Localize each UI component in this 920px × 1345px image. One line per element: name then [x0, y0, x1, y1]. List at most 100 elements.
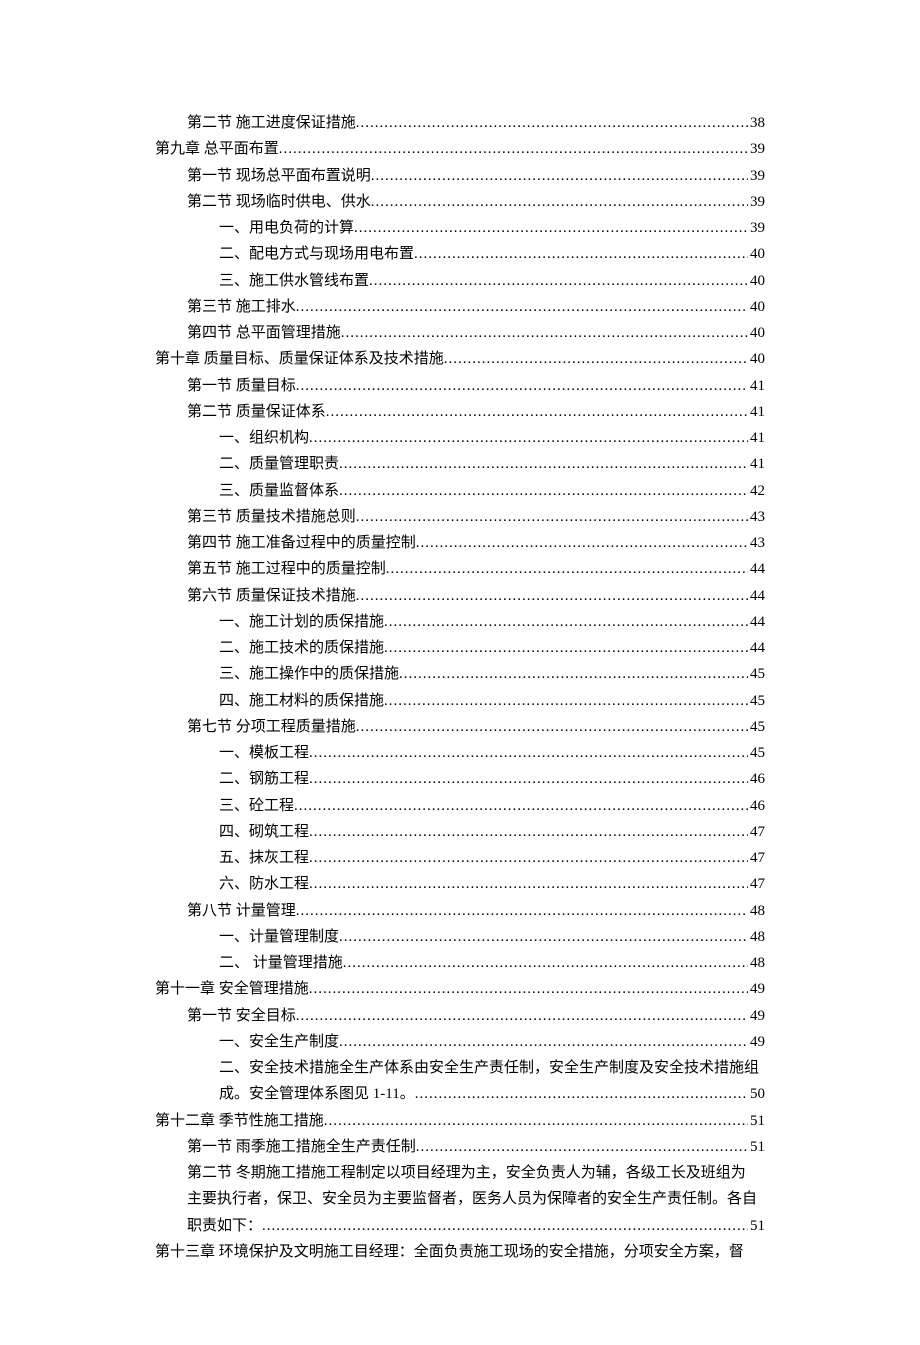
- toc-entry-27-page: 47: [748, 819, 765, 845]
- toc-dots: [339, 924, 748, 950]
- toc-entry-1-label: 第九章 总平面布置: [155, 136, 279, 162]
- toc-entry-8-label: 第四节 总平面管理措施: [187, 320, 341, 346]
- toc-entry-38-page: 51: [748, 1134, 765, 1160]
- toc-entry-38-label: 第一节 雨季施工措施全生产责任制: [187, 1134, 416, 1160]
- toc-dots: [309, 871, 748, 897]
- toc-entry-10-page: 41: [748, 373, 765, 399]
- toc-entry-7-label: 第三节 施工排水: [187, 294, 296, 320]
- toc-entry-6-page: 40: [748, 268, 765, 294]
- toc-dots: [309, 425, 748, 451]
- toc-entry-30-label: 第八节 计量管理: [187, 898, 296, 924]
- toc-entry-17-page: 44: [748, 556, 765, 582]
- toc-entry-6: 三、施工供水管线布置40: [155, 268, 765, 294]
- toc-dots: [356, 583, 748, 609]
- toc-entry-18-label: 第六节 质量保证技术措施: [187, 583, 356, 609]
- toc-entry-14-page: 42: [748, 478, 765, 504]
- toc-entry-28-page: 47: [748, 845, 765, 871]
- toc-entry-31-label: 一、计量管理制度: [219, 924, 339, 950]
- toc-entry-19-label: 一、施工计划的质保措施: [219, 609, 384, 635]
- toc-entry-32-page: 48: [748, 950, 765, 976]
- toc-page: 第二节 施工进度保证措施38第九章 总平面布置39第一节 现场总平面布置说明39…: [0, 0, 920, 1345]
- toc-entry-20-label: 二、施工技术的质保措施: [219, 635, 384, 661]
- toc-entry-34-label: 第一节 安全目标: [187, 1003, 296, 1029]
- toc-entry-28: 五、抹灰工程 47: [155, 845, 765, 871]
- toc-entry-32: 二、 计量管理措施 48: [155, 950, 765, 976]
- toc-entry-29-label: 六、防水工程: [219, 871, 309, 897]
- toc-dots: [399, 661, 748, 687]
- toc-dots: [279, 136, 748, 162]
- toc-dots: [309, 819, 748, 845]
- toc-entry-36-line-0: 二、安全技术措施全生产体系由安全生产责任制，安全生产制度及安全技术措施组: [155, 1055, 765, 1081]
- toc-entry-28-label: 五、抹灰工程: [219, 845, 309, 871]
- toc-entry-35-page: 49: [748, 1029, 765, 1055]
- toc-entry-30: 第八节 计量管理48: [155, 898, 765, 924]
- toc-entry-3: 第二节 现场临时供电、供水 39: [155, 189, 765, 215]
- toc-entry-22: 四、施工材料的质保措施 45: [155, 688, 765, 714]
- toc-entry-5-label: 二、配电方式与现场用电布置: [219, 241, 414, 267]
- toc-entry-29-page: 47: [748, 871, 765, 897]
- toc-dots: [309, 845, 748, 871]
- toc-entry-27: 四、砌筑工程 47: [155, 819, 765, 845]
- toc-entry-0-page: 38: [748, 110, 765, 136]
- toc-entry-35: 一、安全生产制度 49: [155, 1029, 765, 1055]
- toc-dots: [384, 635, 748, 661]
- toc-entry-39-tail-label: 职责如下：: [187, 1213, 262, 1239]
- toc-entry-26: 三、砼工程46: [155, 793, 765, 819]
- toc-dots: [444, 346, 748, 372]
- toc-entry-33-label: 第十一章 安全管理措施: [155, 976, 309, 1002]
- toc-entry-0-label: 第二节 施工进度保证措施: [187, 110, 356, 136]
- toc-entry-31-page: 48: [748, 924, 765, 950]
- toc-entry-9-page: 40: [748, 346, 765, 372]
- toc-entry-25: 二、钢筋工程46: [155, 766, 765, 792]
- toc-entry-37: 第十二章 季节性施工措施51: [155, 1108, 765, 1134]
- toc-entry-0: 第二节 施工进度保证措施 38: [155, 110, 765, 136]
- toc-entry-22-label: 四、施工材料的质保措施: [219, 688, 384, 714]
- toc-entry-21-label: 三、施工操作中的质保措施: [219, 661, 399, 687]
- toc-entry-35-label: 一、安全生产制度: [219, 1029, 339, 1055]
- toc-entry-17: 第五节 施工过程中的质量控制 44: [155, 556, 765, 582]
- toc-entry-9: 第十章 质量目标、质量保证体系及技术措施40: [155, 346, 765, 372]
- toc-entry-39-line-1: 主要执行者，保卫、安全员为主要监督者，医务人员为保障者的安全生产责任制。各自: [155, 1186, 765, 1212]
- toc-dots: [296, 294, 748, 320]
- toc-entry-18: 第六节 质量保证技术措施44: [155, 583, 765, 609]
- toc-dots: [416, 530, 748, 556]
- toc-entry-20-page: 44: [748, 635, 765, 661]
- toc-entry-3-page: 39: [748, 189, 765, 215]
- toc-entry-17-label: 第五节 施工过程中的质量控制: [187, 556, 386, 582]
- toc-entry-4-label: 一、用电负荷的计算: [219, 215, 354, 241]
- toc-dots: [339, 478, 748, 504]
- toc-entry-14-label: 三、质量监督体系: [219, 478, 339, 504]
- toc-entry-31: 一、计量管理制度 48: [155, 924, 765, 950]
- toc-entry-7: 第三节 施工排水40: [155, 294, 765, 320]
- toc-entry-16-page: 43: [748, 530, 765, 556]
- toc-entry-39-line-0: 第二节 冬期施工措施工程制定以项目经理为主，安全负责人为辅，各级工长及班组为: [155, 1160, 765, 1186]
- toc-dots: [296, 1003, 748, 1029]
- toc-entry-4-page: 39: [748, 215, 765, 241]
- toc-entry-15-label: 第三节 质量技术措施总则: [187, 504, 356, 530]
- toc-dots: [341, 320, 748, 346]
- toc-dots: [384, 688, 748, 714]
- toc-entry-32-label: 二、 计量管理措施: [219, 950, 343, 976]
- toc-entry-24-page: 45: [748, 740, 765, 766]
- toc-dots: [356, 110, 748, 136]
- toc-dots: [309, 740, 748, 766]
- toc-entry-34: 第一节 安全目标49: [155, 1003, 765, 1029]
- toc-entry-3-label: 第二节 现场临时供电、供水: [187, 189, 371, 215]
- toc-entry-23-page: 45: [748, 714, 765, 740]
- toc-entry-11-label: 第二节 质量保证体系: [187, 399, 326, 425]
- toc-dots: [371, 163, 748, 189]
- toc-entry-23: 第七节 分项工程质量措施45: [155, 714, 765, 740]
- toc-entry-19: 一、施工计划的质保措施44: [155, 609, 765, 635]
- toc-dots: [339, 451, 748, 477]
- toc-entry-12: 一、组织机构41: [155, 425, 765, 451]
- toc-entry-22-page: 45: [748, 688, 765, 714]
- toc-dots: [309, 766, 748, 792]
- toc-entry-37-label: 第十二章 季节性施工措施: [155, 1108, 324, 1134]
- toc-entry-27-label: 四、砌筑工程: [219, 819, 309, 845]
- toc-entry-13: 二、质量管理职责41: [155, 451, 765, 477]
- toc-entry-8-page: 40: [748, 320, 765, 346]
- toc-entry-2-page: 39: [748, 163, 765, 189]
- toc-entry-13-page: 41: [748, 451, 765, 477]
- toc-entry-33-page: 49: [748, 976, 765, 1002]
- toc-entry-21-page: 45: [748, 661, 765, 687]
